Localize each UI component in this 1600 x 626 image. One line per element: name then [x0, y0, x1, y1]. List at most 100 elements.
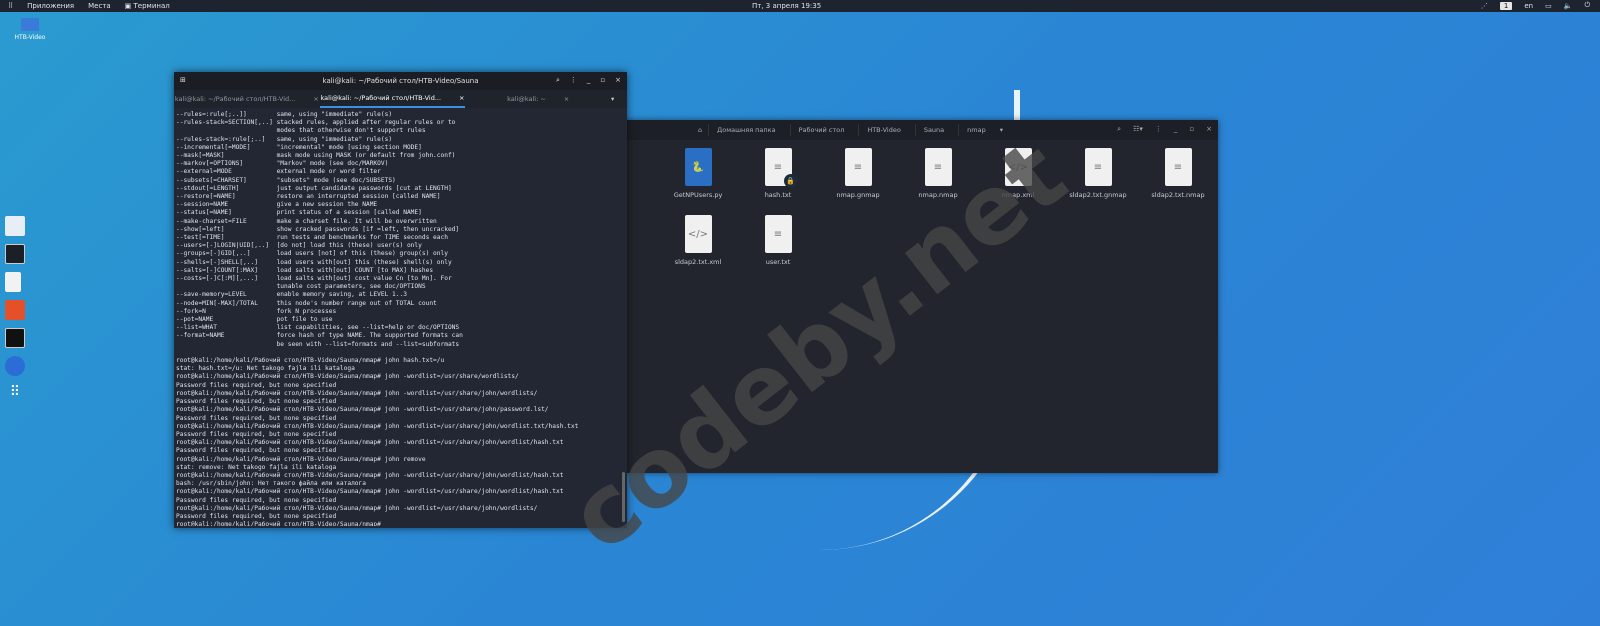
close-icon[interactable]: × — [615, 76, 621, 85]
maximize-icon[interactable]: ▫ — [1189, 125, 1194, 134]
terminal-line: --fork=N fork N processes — [176, 307, 337, 315]
volume-icon[interactable]: 🔈 — [1564, 2, 1573, 10]
terminal-line: --test[=TIME] run tests and benchmarks f… — [176, 234, 448, 242]
file-item[interactable]: ≡ user.txt — [738, 215, 818, 266]
terminal-line: --restore[=NAME] restore an interrupted … — [176, 193, 441, 201]
terminal-output[interactable]: --rules=:rule[;..]] same, using "immedia… — [174, 108, 627, 526]
breadcrumb-nmap[interactable]: nmap — [958, 124, 994, 136]
text-file-icon: ≡ — [1164, 148, 1192, 186]
breadcrumb-home[interactable]: Домашняя папка — [708, 124, 783, 136]
terminal-line: --rules-stack=:rule[;..] same, using "im… — [176, 135, 393, 143]
web-browser-icon[interactable] — [5, 356, 25, 376]
terminal-line: modes that otherwise don't support rules — [176, 127, 426, 135]
terminal-line: --users=[-]LOGIN|UID[,..] [do not] load … — [176, 242, 422, 250]
network-icon[interactable]: ⋰ — [1481, 2, 1488, 10]
terminal-line: --markov[=OPTIONS] "Markov" mode (see do… — [176, 160, 389, 168]
terminal-titlebar: ⊞ kali@kali: ~/Рабочий стол/HTB-Video/Sa… — [174, 72, 627, 90]
top-panel: ⠿ Приложения Места ▣ Терминал Пт, 3 апре… — [0, 0, 1600, 12]
terminal-line: root@kali:/home/kali/Рабочий стол/HTB-Vi… — [176, 422, 579, 430]
terminal-line: root@kali:/home/kali/Рабочий стол/HTB-Vi… — [176, 373, 519, 381]
file-name: user.txt — [765, 258, 791, 266]
terminal-line: --groups=[-]GID[,..] load users [not] of… — [176, 250, 448, 258]
terminal-line: Password files required, but none specif… — [176, 381, 337, 389]
terminal-line: root@kali:/home/kali/Рабочий стол/HTB-Vi… — [176, 521, 385, 526]
terminal-line: --save-memory=LEVEL enable memory saving… — [176, 291, 407, 299]
close-tab-icon[interactable]: × — [459, 94, 464, 102]
search-icon[interactable]: ⌕ — [1117, 125, 1121, 134]
terminal-line: --incremental[=MODE] "incremental" mode … — [176, 143, 422, 151]
terminal-line: root@kali:/home/kali/Рабочий стол/HTB-Vi… — [176, 357, 445, 365]
close-icon[interactable]: × — [1206, 125, 1212, 134]
file-manager-icon[interactable] — [5, 216, 25, 236]
tab-2[interactable]: kali@kali: ~/Рабочий стол/HTB-Vid... × — [319, 90, 466, 108]
desktop-folder[interactable]: HTB-Video — [10, 18, 50, 41]
terminal-menu[interactable]: ▣ Терминал — [125, 2, 170, 10]
home-icon[interactable]: ⌂ — [698, 126, 702, 134]
terminal-line: root@kali:/home/kali/Рабочий стол/HTB-Vi… — [176, 504, 538, 512]
terminal-icon[interactable] — [5, 244, 25, 264]
search-icon[interactable]: ⌕ — [556, 76, 560, 85]
file-item[interactable]: 🐍 GetNPUsers.py — [658, 148, 738, 199]
app-grid-icon[interactable]: ⠿ — [8, 2, 13, 10]
close-tab-icon[interactable]: × — [313, 95, 318, 103]
text-file-icon: ≡ — [844, 148, 872, 186]
terminal-line: --list=WHAT list capabilities, see --lis… — [176, 324, 460, 332]
view-toggle-icon[interactable]: ☷▾ — [1133, 125, 1143, 134]
xml-file-icon: </> — [684, 215, 712, 253]
file-item[interactable]: </> sldap2.txt.xml — [658, 215, 738, 266]
file-name: sldap2.txt.xml — [674, 258, 722, 266]
lock-icon: 🔒 — [783, 174, 798, 188]
file-item[interactable]: ≡ sldap2.txt.nmap — [1138, 148, 1218, 199]
menu-icon[interactable]: ⋮ — [1155, 125, 1162, 134]
breadcrumb-desktop[interactable]: Рабочий стол — [789, 124, 853, 136]
display-icon[interactable]: ▭ — [1545, 2, 1552, 10]
terminal-line: --make-charset=FILE make a charset file.… — [176, 217, 437, 225]
tab-1[interactable]: kali@kali: ~/Рабочий стол/HTB-Vid... × — [174, 90, 320, 108]
text-file-icon: ≡ — [1084, 148, 1112, 186]
menu-icon[interactable]: ⋮ — [570, 76, 577, 85]
file-name: nmap.gnmap — [836, 191, 880, 199]
file-name: sldap2.txt.nmap — [1151, 191, 1205, 199]
minimize-icon[interactable]: _ — [587, 76, 591, 85]
terminal-line: root@kali:/home/kali/Рабочий стол/HTB-Vi… — [176, 389, 538, 397]
text-file-icon: ≡ — [764, 215, 792, 253]
file-item[interactable]: ≡ 🔒 hash.txt — [738, 148, 818, 199]
folder-icon — [21, 18, 39, 31]
terminal-line: --costs=[-]C[:M][,...] load salts with[o… — [176, 275, 452, 283]
new-tab-icon[interactable]: ⊞ — [180, 76, 186, 84]
maximize-icon[interactable]: ▫ — [600, 76, 605, 85]
text-editor-icon[interactable] — [5, 272, 21, 292]
power-icon[interactable]: ⏻ — [1584, 1, 1590, 10]
desktop-folder-label: HTB-Video — [14, 34, 46, 41]
terminal-line: be seen with --list=formats and --list=s… — [176, 340, 460, 348]
burp-icon[interactable] — [5, 300, 25, 320]
terminal-line: stat: remove: Net takogo fajla ili katal… — [176, 463, 337, 471]
file-name: GetNPUsers.py — [673, 191, 723, 199]
terminal-line: tunable cost parameters, see doc/OPTIONS — [176, 283, 426, 291]
breadcrumb-sauna[interactable]: Sauna — [914, 124, 952, 136]
terminal-line: --stdout[=LENGTH] just output candidate … — [176, 184, 452, 192]
terminal-line: Password files required, but none specif… — [176, 414, 337, 422]
app-grid-icon[interactable]: ⠿ — [5, 384, 25, 404]
tab-label: kali@kali: ~/Рабочий стол/HTB-Vid... — [174, 95, 296, 103]
terminal-line: --salts=[-]COUNT[:MAX] load salts with[o… — [176, 266, 434, 274]
tab-label: kali@kali: ~/Рабочий стол/HTB-Vid... — [320, 94, 442, 102]
clock[interactable]: Пт, 3 апреля 19:35 — [752, 2, 821, 10]
terminal-line: --shells=[-]SHELL[,..] load users with[o… — [176, 258, 452, 266]
terminal-line: --rules=:rule[;..]] same, using "immedia… — [176, 111, 393, 118]
breadcrumb-htb-video[interactable]: HTB-Video — [858, 124, 909, 136]
tab-3[interactable]: kali@kali: ~ × — [465, 90, 611, 108]
terminal-icon-2[interactable] — [5, 328, 25, 348]
terminal-line: root@kali:/home/kali/Рабочий стол/HTB-Vi… — [176, 406, 549, 414]
applications-menu[interactable]: Приложения — [27, 2, 74, 10]
tabs-dropdown-icon[interactable]: ▾ — [611, 90, 627, 108]
places-menu[interactable]: Места — [88, 2, 111, 10]
keyboard-layout[interactable]: en — [1524, 2, 1533, 10]
close-tab-icon[interactable]: × — [564, 95, 569, 103]
file-item[interactable]: ≡ nmap.gnmap — [818, 148, 898, 199]
terminal-title: kali@kali: ~/Рабочий стол/HTB-Video/Saun… — [322, 77, 479, 85]
minimize-icon[interactable]: _ — [1174, 125, 1178, 134]
terminal-window: ⊞ kali@kali: ~/Рабочий стол/HTB-Video/Sa… — [174, 72, 627, 528]
tab-label: kali@kali: ~ — [507, 95, 546, 103]
workspace-indicator[interactable]: 1 — [1499, 1, 1513, 10]
